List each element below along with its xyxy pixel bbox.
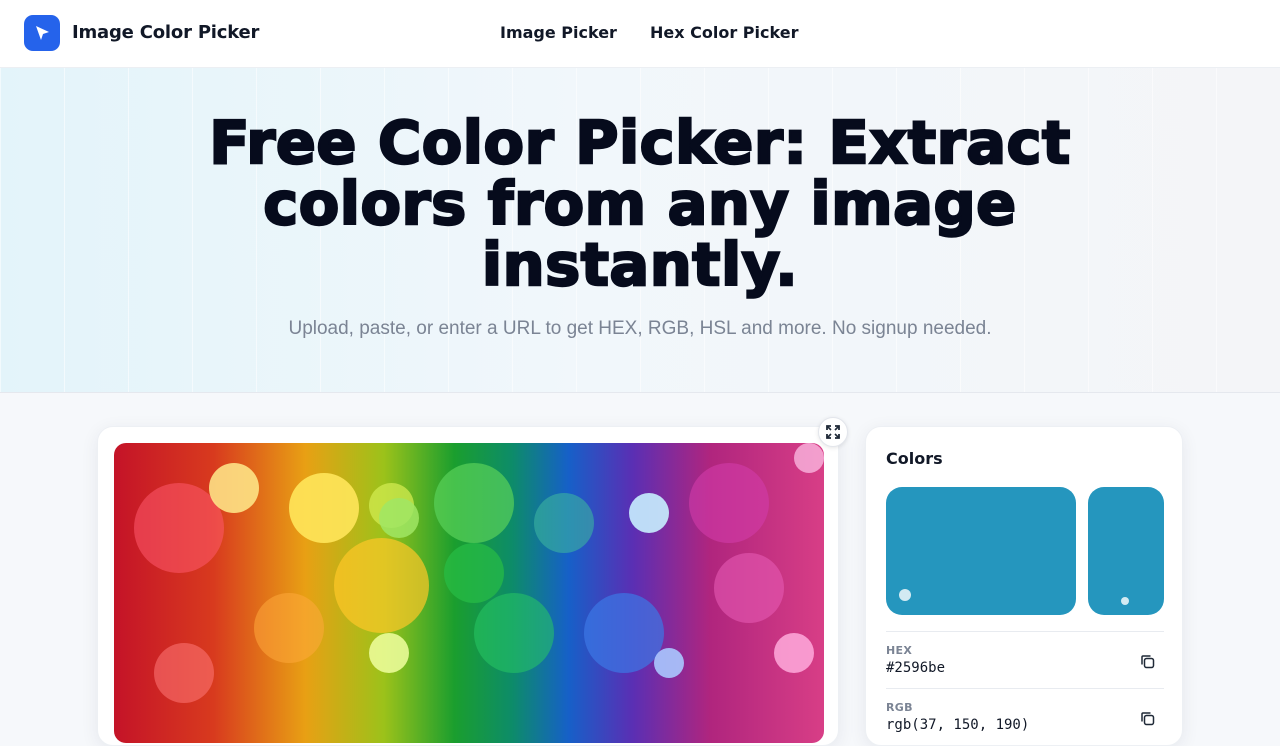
uploaded-image[interactable] [114,443,824,743]
swatch-marker [899,589,911,601]
hero-section: Free Color Picker: Extract colors from a… [0,68,1280,393]
hex-row: HEX #2596be [886,631,1164,687]
expand-button[interactable] [818,417,848,447]
top-navbar: Image Color Picker Image Picker Hex Colo… [0,0,1280,68]
colors-panel: Colors HEX #2596be RGB rgb(37, 150, 190) [865,426,1183,746]
selected-color-swatch[interactable] [886,487,1076,615]
copy-icon [1141,712,1155,726]
copy-rgb-button[interactable] [1138,709,1158,729]
cursor-arrow-icon [36,26,49,40]
hero-title-line: Free Color Picker: Extract [208,108,1071,177]
expand-arrows-icon [826,425,840,439]
colors-panel-title: Colors [886,449,943,468]
hero-title-line: instantly. [481,230,799,299]
nav-image-picker[interactable]: Image Picker [500,23,617,42]
logo[interactable] [24,15,60,51]
rgb-row: RGB rgb(37, 150, 190) [886,688,1164,744]
hero-title: Free Color Picker: Extract colors from a… [140,111,1140,296]
rgb-label: RGB [886,701,913,714]
secondary-color-swatch[interactable] [1088,487,1164,615]
swatch-marker [1121,597,1129,605]
hex-label: HEX [886,644,913,657]
hex-value[interactable]: #2596be [886,660,945,676]
nav-hex-color-picker[interactable]: Hex Color Picker [650,23,798,42]
copy-hex-button[interactable] [1138,652,1158,672]
copy-icon [1141,655,1155,669]
hero-title-line: colors from any image [262,169,1017,238]
image-panel [97,426,839,746]
rgb-value[interactable]: rgb(37, 150, 190) [886,717,1029,733]
brand-name[interactable]: Image Color Picker [72,22,259,43]
hero-subtitle: Upload, paste, or enter a URL to get HEX… [288,318,992,339]
